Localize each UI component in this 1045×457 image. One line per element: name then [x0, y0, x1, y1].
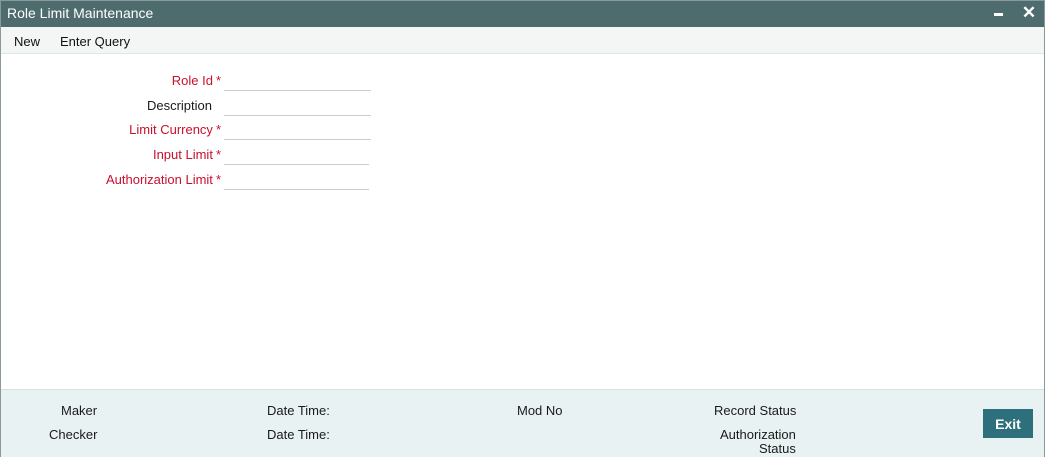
enter-query-menu-item[interactable]: Enter Query — [60, 34, 130, 49]
audit-footer: Maker Checker Date Time: Date Time: Mod … — [1, 389, 1044, 457]
checker-label: Checker — [49, 427, 98, 442]
maker-label: Maker — [61, 403, 98, 418]
maker-date-time-label: Date Time: — [267, 403, 330, 418]
description-label: Description — [146, 98, 212, 113]
record-status-label: Record Status — [714, 403, 797, 418]
authorization-limit-field[interactable] — [224, 168, 369, 190]
new-menu-item[interactable]: New — [14, 34, 40, 49]
role-limit-maintenance-window: Role Limit Maintenance ✕ New Enter Query… — [0, 0, 1045, 457]
minimize-icon[interactable] — [989, 3, 1009, 23]
role-id-label: Role Id * — [171, 73, 221, 88]
mod-no-label: Mod No — [517, 403, 563, 418]
limit-currency-field[interactable] — [224, 118, 371, 140]
description-field[interactable] — [224, 94, 371, 116]
required-asterisk: * — [215, 73, 221, 88]
required-asterisk: * — [215, 172, 221, 187]
menu-bar: New Enter Query — [1, 27, 1044, 54]
window-title: Role Limit Maintenance — [7, 5, 154, 21]
required-asterisk: * — [215, 122, 221, 137]
required-asterisk: * — [215, 147, 221, 162]
role-id-field[interactable] — [224, 69, 371, 91]
input-limit-label: Input Limit * — [152, 147, 221, 162]
title-bar: Role Limit Maintenance ✕ — [1, 1, 1044, 27]
limit-currency-label: Limit Currency * — [129, 122, 221, 137]
close-icon[interactable]: ✕ — [1019, 3, 1039, 23]
authorization-limit-label: Authorization Limit * — [105, 172, 221, 187]
authorization-status-label-line2: Status — [759, 441, 796, 456]
input-limit-field[interactable] — [224, 143, 369, 165]
exit-button[interactable]: Exit — [983, 409, 1033, 438]
checker-date-time-label: Date Time: — [267, 427, 330, 442]
authorization-status-label-line1: Authorization — [720, 427, 796, 442]
